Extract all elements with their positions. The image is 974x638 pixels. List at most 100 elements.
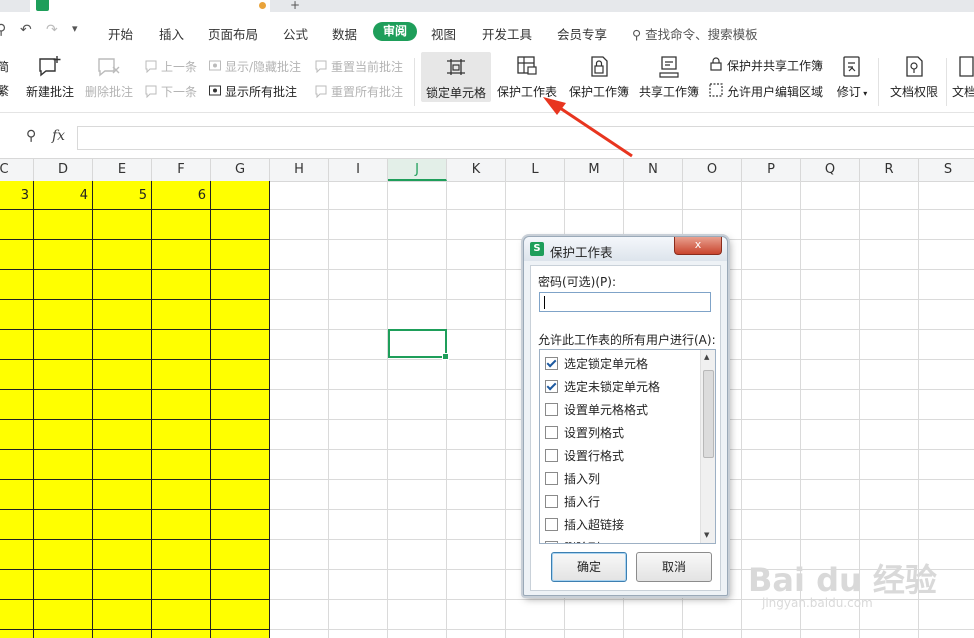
show-hide-comment-icon bbox=[209, 60, 221, 71]
permission-item[interactable]: 设置单元格格式 bbox=[545, 401, 648, 418]
protect-workbook-button[interactable]: 保护工作簿 bbox=[567, 54, 631, 100]
unchecked-checkbox[interactable] bbox=[545, 449, 558, 462]
cell-value[interactable]: 5 bbox=[93, 188, 147, 203]
column-header-D[interactable]: D bbox=[34, 159, 93, 181]
next-comment-button[interactable]: 下一条 bbox=[144, 83, 197, 100]
column-header-O[interactable]: O bbox=[683, 159, 742, 181]
permission-label: 设置行格式 bbox=[564, 449, 625, 463]
document-more-button[interactable]: 文档 bbox=[952, 54, 974, 100]
revise-button[interactable]: 修订 ▾ bbox=[834, 54, 870, 100]
undo-icon[interactable]: ↶ bbox=[20, 22, 32, 38]
permission-item[interactable]: 插入列 bbox=[545, 470, 600, 487]
column-header-E[interactable]: E bbox=[93, 159, 152, 181]
new-tab-icon[interactable]: + bbox=[290, 0, 300, 12]
document-tab[interactable] bbox=[30, 0, 270, 12]
column-header-P[interactable]: P bbox=[742, 159, 801, 181]
menu-insert[interactable]: 插入 bbox=[159, 24, 184, 43]
permissions-scrollbar[interactable]: ▲ ▼ bbox=[700, 350, 715, 543]
cell-value[interactable]: 3 bbox=[0, 188, 29, 203]
column-header-H[interactable]: H bbox=[270, 159, 329, 181]
show-all-comments-button[interactable]: 显示所有批注 bbox=[208, 83, 297, 100]
scroll-thumb[interactable] bbox=[703, 370, 714, 458]
permission-item[interactable]: 插入行 bbox=[545, 493, 600, 510]
show-hide-comment-button[interactable]: 显示/隐藏批注 bbox=[208, 58, 301, 75]
column-header-G[interactable]: G bbox=[211, 159, 270, 181]
permission-item[interactable]: 设置行格式 bbox=[545, 447, 624, 464]
new-comment-button[interactable]: 新建批注 bbox=[24, 54, 76, 100]
scroll-up-icon[interactable]: ▲ bbox=[704, 353, 709, 361]
checked-checkbox[interactable] bbox=[545, 380, 558, 393]
dialog-title-bar[interactable]: S 保护工作表 x bbox=[524, 237, 727, 261]
allow-edit-ranges-button[interactable]: 允许用户编辑区域 bbox=[708, 82, 823, 100]
menu-data[interactable]: 数据 bbox=[332, 24, 357, 43]
column-header-Q[interactable]: Q bbox=[801, 159, 860, 181]
menu-home[interactable]: 开始 bbox=[108, 24, 133, 43]
reset-all-comments-button[interactable]: 重置所有批注 bbox=[314, 83, 403, 100]
column-header-F[interactable]: F bbox=[152, 159, 211, 181]
menu-view[interactable]: 视图 bbox=[431, 24, 456, 43]
share-workbook-button[interactable]: 共享工作簿 bbox=[637, 54, 701, 100]
command-search[interactable]: ⚲ 查找命令、搜索模板 bbox=[632, 24, 758, 43]
column-header-N[interactable]: N bbox=[624, 159, 683, 181]
quick-access-dropdown-icon[interactable]: ▾ bbox=[72, 22, 78, 35]
menu-member[interactable]: 会员专享 bbox=[557, 24, 607, 43]
zoom-search-icon[interactable]: ⚲ bbox=[26, 128, 36, 144]
lock-cells-button[interactable]: 锁定单元格 bbox=[421, 52, 491, 102]
traditional-chinese-button[interactable]: 繁 bbox=[0, 82, 9, 99]
cell-value[interactable]: 4 bbox=[34, 188, 88, 203]
scroll-down-icon[interactable]: ▼ bbox=[704, 531, 709, 539]
active-cell-J[interactable] bbox=[388, 329, 449, 360]
column-header: CDEFGHIJKLMNOPQRS bbox=[0, 158, 974, 182]
menu-review[interactable]: 审阅 bbox=[373, 22, 417, 41]
password-input[interactable] bbox=[539, 292, 711, 312]
unchecked-checkbox[interactable] bbox=[545, 518, 558, 531]
permission-item[interactable]: 选定未锁定单元格 bbox=[545, 378, 660, 395]
checked-checkbox[interactable] bbox=[545, 357, 558, 370]
column-header-S[interactable]: S bbox=[919, 159, 974, 181]
protect-sheet-button[interactable]: 保护工作表 bbox=[496, 54, 558, 100]
permission-item[interactable]: 插入超链接 bbox=[545, 516, 624, 533]
cell-value[interactable]: 6 bbox=[152, 188, 206, 203]
ok-button[interactable]: 确定 bbox=[551, 552, 627, 582]
permission-label: 选定锁定单元格 bbox=[564, 357, 649, 371]
unchecked-checkbox[interactable] bbox=[545, 403, 558, 416]
protect-share-workbook-button[interactable]: 保护并共享工作簿 bbox=[708, 56, 823, 74]
permission-item[interactable]: 设置列格式 bbox=[545, 424, 624, 441]
sheet-file-icon bbox=[36, 0, 49, 11]
close-button[interactable]: x bbox=[674, 237, 722, 255]
command-search-text: 查找命令、搜索模板 bbox=[645, 27, 758, 42]
formula-input[interactable] bbox=[77, 126, 974, 150]
column-header-M[interactable]: M bbox=[565, 159, 624, 181]
column-header-R[interactable]: R bbox=[860, 159, 919, 181]
cancel-button[interactable]: 取消 bbox=[636, 552, 712, 582]
menu-formula[interactable]: 公式 bbox=[283, 24, 308, 43]
lock-cells-icon bbox=[447, 59, 465, 75]
revise-dropdown-icon[interactable]: ▾ bbox=[861, 89, 867, 98]
unchecked-checkbox[interactable] bbox=[545, 472, 558, 485]
print-icon[interactable]: ⚲ bbox=[0, 22, 6, 38]
permissions-list[interactable]: 选定锁定单元格选定未锁定单元格 设置单元格格式 设置列格式设置行格式插入列插入行插入… bbox=[539, 349, 716, 544]
column-header-J[interactable]: J bbox=[388, 159, 447, 181]
column-header-C[interactable]: C bbox=[0, 159, 34, 181]
document-rights-button[interactable]: 文档权限 bbox=[886, 54, 942, 100]
column-header-L[interactable]: L bbox=[506, 159, 565, 181]
permission-item[interactable]: 删除列 bbox=[545, 539, 600, 543]
show-all-comments-icon bbox=[209, 85, 221, 96]
delete-comment-button[interactable]: 删除批注 bbox=[83, 54, 135, 100]
unchecked-checkbox[interactable] bbox=[545, 541, 558, 543]
permission-item[interactable]: 选定锁定单元格 bbox=[545, 355, 648, 372]
formula-bar: ⚲ fx bbox=[0, 124, 974, 154]
fill-handle[interactable] bbox=[442, 353, 449, 360]
simplified-chinese-button[interactable]: 简 bbox=[0, 58, 9, 75]
unchecked-checkbox[interactable] bbox=[545, 426, 558, 439]
menu-developer[interactable]: 开发工具 bbox=[482, 24, 532, 43]
unchecked-checkbox[interactable] bbox=[545, 495, 558, 508]
fx-icon[interactable]: fx bbox=[52, 128, 65, 144]
redo-icon[interactable]: ↷ bbox=[46, 22, 58, 38]
reset-current-comment-button[interactable]: 重置当前批注 bbox=[314, 58, 403, 75]
column-header-I[interactable]: I bbox=[329, 159, 388, 181]
prev-comment-button[interactable]: 上一条 bbox=[144, 58, 197, 75]
column-header-K[interactable]: K bbox=[447, 159, 506, 181]
menu-page-layout[interactable]: 页面布局 bbox=[208, 24, 258, 43]
show-all-comments-label: 显示所有批注 bbox=[225, 85, 298, 99]
